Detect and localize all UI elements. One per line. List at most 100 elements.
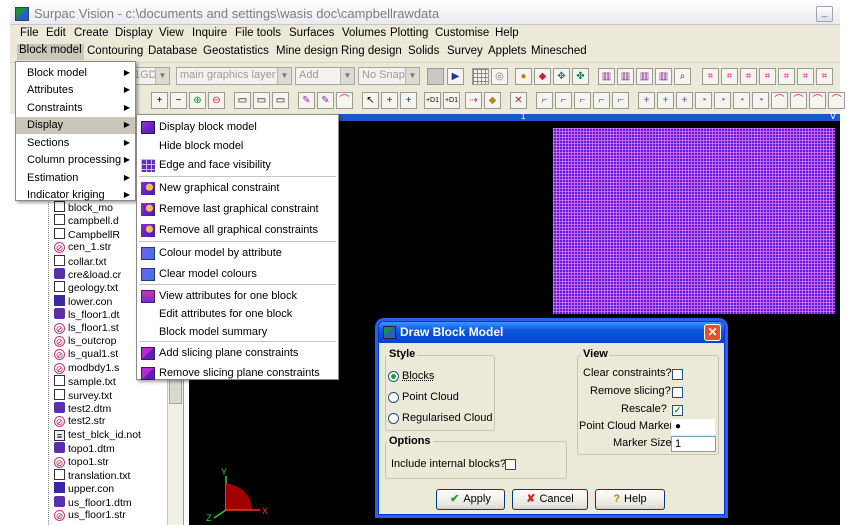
dialog-close-button[interactable]: ✕: [704, 324, 721, 341]
curve-icon[interactable]: ⌒: [336, 92, 353, 109]
submenu-item-display-block-model[interactable]: Display block model: [137, 118, 338, 137]
style-point-cloud-radio[interactable]: [388, 392, 399, 403]
string-edit-icon-1[interactable]: ⌗: [702, 68, 719, 85]
add-point-icon-1[interactable]: +: [381, 92, 398, 109]
select-icon[interactable]: ↖: [362, 92, 379, 109]
style-regularised-cloud-radio[interactable]: [388, 413, 399, 424]
fill-icon[interactable]: ◆: [484, 92, 501, 109]
file-tree-item[interactable]: ⊘ test2.str: [54, 415, 105, 428]
clear-constraints-checkbox[interactable]: [672, 369, 683, 380]
zoom-out-box-icon[interactable]: −: [170, 92, 187, 109]
point-icon-3[interactable]: +: [676, 92, 693, 109]
circle-icon-2[interactable]: ◔: [714, 92, 731, 109]
file-tree-item[interactable]: ⊘ us_floor1.str: [54, 509, 126, 522]
menu-customise[interactable]: Customise: [435, 27, 489, 39]
submenu-item-remove-all-graphical-constraints[interactable]: Remove all graphical constraints: [137, 221, 338, 240]
zoom-in-box-icon[interactable]: +: [151, 92, 168, 109]
file-tree-item[interactable]: sample.txt: [54, 375, 116, 388]
draw-icon-1[interactable]: ✎: [298, 92, 315, 109]
menu-minesched[interactable]: Minesched: [531, 45, 587, 57]
layer-id-combo[interactable]: 1GD ▼: [130, 67, 170, 85]
submenu-item-hide-block-model[interactable]: Hide block model: [137, 137, 338, 156]
point-icon-1[interactable]: +: [638, 92, 655, 109]
file-tree-item[interactable]: cre&load.cr: [54, 268, 121, 281]
sphere-icon[interactable]: ◎: [491, 68, 508, 85]
file-tree-item[interactable]: lower.con: [54, 294, 112, 308]
file-tree-item[interactable]: ⊘ modbdy1.s: [54, 362, 119, 375]
circle-icon-1[interactable]: ◔: [695, 92, 712, 109]
menu-mine-design[interactable]: Mine design: [276, 45, 338, 57]
dialog-title-bar[interactable]: Draw Block Model ✕: [379, 322, 724, 343]
menu-file[interactable]: File: [20, 27, 39, 39]
submenu-item-edit-attributes-for-one-block[interactable]: Edit attributes for one block: [137, 305, 338, 324]
submenu-item-new-graphical-constraint[interactable]: New graphical constraint: [137, 179, 338, 198]
menu-item-constraints[interactable]: Constraints ▶: [16, 100, 135, 117]
menu-help[interactable]: Help: [495, 27, 519, 39]
menu-applets[interactable]: Applets: [488, 45, 526, 57]
string-edit-icon-2[interactable]: ⌗: [721, 68, 738, 85]
pan-icon[interactable]: ✤: [572, 68, 589, 85]
menu-plotting[interactable]: Plotting: [390, 27, 428, 39]
menu-item-block-model[interactable]: Block model ▶: [16, 65, 135, 82]
menu-create[interactable]: Create: [74, 27, 109, 39]
menu-survey[interactable]: Survey: [447, 45, 483, 57]
file-tree-item[interactable]: test2.dtm: [54, 402, 111, 415]
style-point-cloud-label[interactable]: Point Cloud: [402, 391, 459, 403]
file-tree-item[interactable]: ⊘ topo1.str: [54, 456, 109, 469]
mesh-icon-2[interactable]: ▥: [617, 68, 634, 85]
menu-inquire[interactable]: Inquire: [192, 27, 227, 39]
segment-icon-3[interactable]: ⌐: [574, 92, 591, 109]
draw-icon-2[interactable]: ✎: [317, 92, 334, 109]
menu-block-model[interactable]: Block model: [17, 44, 84, 60]
menu-contouring[interactable]: Contouring: [87, 45, 143, 57]
zoom-out-icon[interactable]: ⊖: [208, 92, 225, 109]
file-tree-item[interactable]: topo1.dtm: [54, 442, 115, 455]
submenu-item-clear-model-colours[interactable]: Clear model colours: [137, 265, 338, 284]
play-icon[interactable]: ▶: [447, 68, 464, 85]
file-tree-item[interactable]: us_floor1.dtm: [54, 495, 132, 509]
record-icon[interactable]: [427, 68, 444, 85]
menu-view[interactable]: View: [159, 27, 184, 39]
menu-edit[interactable]: Edit: [46, 27, 66, 39]
file-tree-item[interactable]: geology.txt: [54, 281, 118, 294]
bulb-icon[interactable]: ●: [515, 68, 532, 85]
apply-button[interactable]: ✔ Apply: [436, 489, 505, 510]
submenu-item-remove-last-graphical-constraint[interactable]: Remove last graphical constraint: [137, 200, 338, 219]
measure-icon[interactable]: ⇢: [465, 92, 482, 109]
arc-icon-4[interactable]: ⌒: [828, 92, 845, 109]
remove-slicing-checkbox[interactable]: [672, 387, 683, 398]
segment-icon-2[interactable]: ⌐: [555, 92, 572, 109]
style-blocks-label[interactable]: Blocks: [402, 370, 434, 382]
menu-volumes[interactable]: Volumes: [342, 27, 386, 39]
file-tree-item[interactable]: survey.txt: [54, 388, 112, 402]
menu-geostatistics[interactable]: Geostatistics: [203, 45, 269, 57]
arc-icon-2[interactable]: ⌒: [790, 92, 807, 109]
string-edit-icon-7[interactable]: ⌗: [816, 68, 833, 85]
menu-item-display[interactable]: Display ▶: [16, 117, 135, 134]
submenu-item-add-slicing-plane-constraints[interactable]: Add slicing plane constraints: [137, 344, 338, 363]
cancel-button[interactable]: ✘ Cancel: [512, 489, 588, 510]
zoom-in-icon[interactable]: ⊕: [189, 92, 206, 109]
segment-icon-5[interactable]: ⌐: [612, 92, 629, 109]
circle-icon-4[interactable]: ◔: [752, 92, 769, 109]
string-edit-icon-3[interactable]: ⌗: [740, 68, 757, 85]
style-blocks-radio[interactable]: [388, 371, 399, 382]
file-tree-item[interactable]: upper.con: [54, 482, 114, 495]
d1-icon-2[interactable]: +D1: [443, 92, 460, 109]
mesh-icon-1[interactable]: ▥: [598, 68, 615, 85]
rotate-icon[interactable]: ✥: [553, 68, 570, 85]
string-edit-icon-4[interactable]: ⌗: [759, 68, 776, 85]
rescale-checkbox[interactable]: ✓: [672, 405, 683, 416]
d1-icon-1[interactable]: +D1: [424, 92, 441, 109]
file-tree-item[interactable]: campbell.d: [54, 214, 119, 227]
segment-icon-4[interactable]: ⌐: [593, 92, 610, 109]
file-tree-item[interactable]: ⊘ ls_floor1.st: [54, 322, 119, 335]
arc-icon-1[interactable]: ⌒: [771, 92, 788, 109]
help-button[interactable]: ? Help: [595, 489, 665, 510]
point-icon-2[interactable]: +: [657, 92, 674, 109]
menu-database[interactable]: Database: [148, 45, 197, 57]
submenu-item-block-model-summary[interactable]: Block model summary: [137, 323, 338, 342]
menu-display[interactable]: Display: [115, 27, 153, 39]
marker-size-input[interactable]: 1: [671, 436, 716, 452]
file-tree-item[interactable]: ⊘ cen_1.str: [54, 241, 111, 254]
